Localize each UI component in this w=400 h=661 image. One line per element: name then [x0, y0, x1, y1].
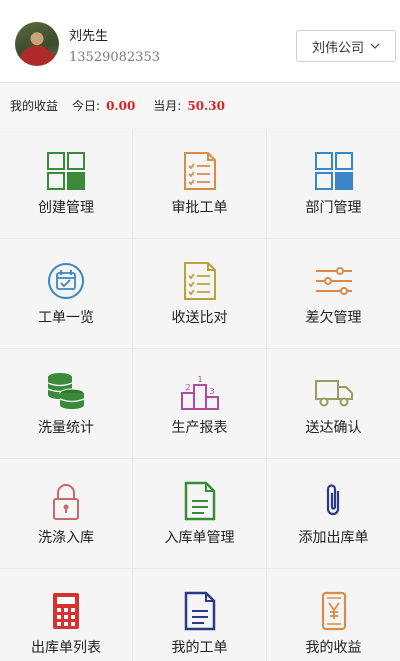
- svg-text:3: 3: [209, 387, 214, 396]
- menu-item-add-outbound-order[interactable]: 添加出库单: [267, 459, 400, 569]
- menu-item-shortage-management[interactable]: 差欠管理: [267, 239, 400, 349]
- menu-item-label: 部门管理: [305, 200, 362, 216]
- menu-item-label: 洗量统计: [38, 420, 94, 436]
- company-select-value: 刘伟公司: [311, 40, 364, 56]
- document-icon: [180, 591, 220, 631]
- sliders-icon: [314, 261, 354, 301]
- menu-item-create-management[interactable]: 创建管理: [0, 129, 133, 239]
- svg-text:1: 1: [197, 375, 202, 384]
- coins-icon: [46, 371, 86, 411]
- lock-icon: [46, 481, 86, 521]
- menu-item-label: 送达确认: [305, 420, 362, 436]
- menu-item-my-orders[interactable]: 我的工单: [133, 569, 267, 661]
- menu-item-delivery-confirm[interactable]: 送达确认: [267, 349, 400, 459]
- menu-item-approve-orders[interactable]: 审批工单: [133, 129, 267, 239]
- menu-item-label: 洗涤入库: [38, 530, 94, 546]
- menu-grid: 创建管理 审批工单 部门管理 工单一览 收送比对 差欠管理 洗量统计 1 2 3…: [0, 129, 400, 661]
- menu-item-wash-statistics[interactable]: 洗量统计: [0, 349, 133, 459]
- menu-item-label: 收送比对: [171, 310, 228, 326]
- grid-icon: [46, 151, 86, 191]
- menu-item-receive-compare[interactable]: 收送比对: [133, 239, 267, 349]
- calculator-icon: [46, 591, 86, 631]
- header: 刘先生 13529082353 刘伟公司: [0, 0, 400, 83]
- truck-icon: [314, 371, 354, 411]
- menu-item-label: 入库单管理: [164, 530, 235, 546]
- menu-item-wash-storage[interactable]: 洗涤入库: [0, 459, 133, 569]
- avatar[interactable]: [15, 22, 59, 66]
- checklist-icon: [180, 151, 220, 191]
- today-value: 0.00: [106, 98, 136, 113]
- earnings-bar: 我的收益 今日: 0.00 当月: 50.30: [0, 83, 400, 128]
- user-name: 刘先生: [69, 29, 109, 44]
- svg-text:2: 2: [185, 383, 190, 392]
- menu-item-label: 出库单列表: [31, 640, 101, 656]
- podium-icon: 1 2 3: [180, 371, 220, 411]
- checklist-icon: [180, 261, 220, 301]
- month-value: 50.30: [187, 98, 225, 113]
- grid-icon: [314, 151, 354, 191]
- menu-item-label: 我的收益: [305, 640, 362, 656]
- paperclip-icon: [314, 481, 354, 521]
- document-icon: [180, 481, 220, 521]
- menu-item-label: 添加出库单: [298, 530, 369, 546]
- yen-phone-icon: [314, 591, 354, 631]
- calendar-check-icon: [46, 261, 86, 301]
- menu-item-label: 我的工单: [171, 640, 228, 656]
- menu-item-inbound-order-management[interactable]: 入库单管理: [133, 459, 267, 569]
- menu-item-label: 审批工单: [171, 200, 228, 216]
- today-label: 今日:: [72, 99, 101, 113]
- menu-item-label: 创建管理: [38, 200, 94, 216]
- menu-item-label: 生产报表: [171, 420, 228, 436]
- menu-item-order-overview[interactable]: 工单一览: [0, 239, 133, 349]
- company-select[interactable]: 刘伟公司: [296, 30, 396, 62]
- menu-item-outbound-order-list[interactable]: 出库单列表: [0, 569, 133, 661]
- chevron-down-icon: [370, 42, 380, 50]
- menu-item-department-management[interactable]: 部门管理: [267, 129, 400, 239]
- menu-item-production-report[interactable]: 1 2 3 生产报表: [133, 349, 267, 459]
- menu-item-my-earnings[interactable]: 我的收益: [267, 569, 400, 661]
- menu-item-label: 差欠管理: [305, 310, 362, 326]
- menu-item-label: 工单一览: [38, 310, 94, 326]
- earnings-title: 我的收益: [10, 99, 59, 113]
- user-phone: 13529082353: [69, 50, 160, 65]
- month-label: 当月:: [153, 99, 182, 113]
